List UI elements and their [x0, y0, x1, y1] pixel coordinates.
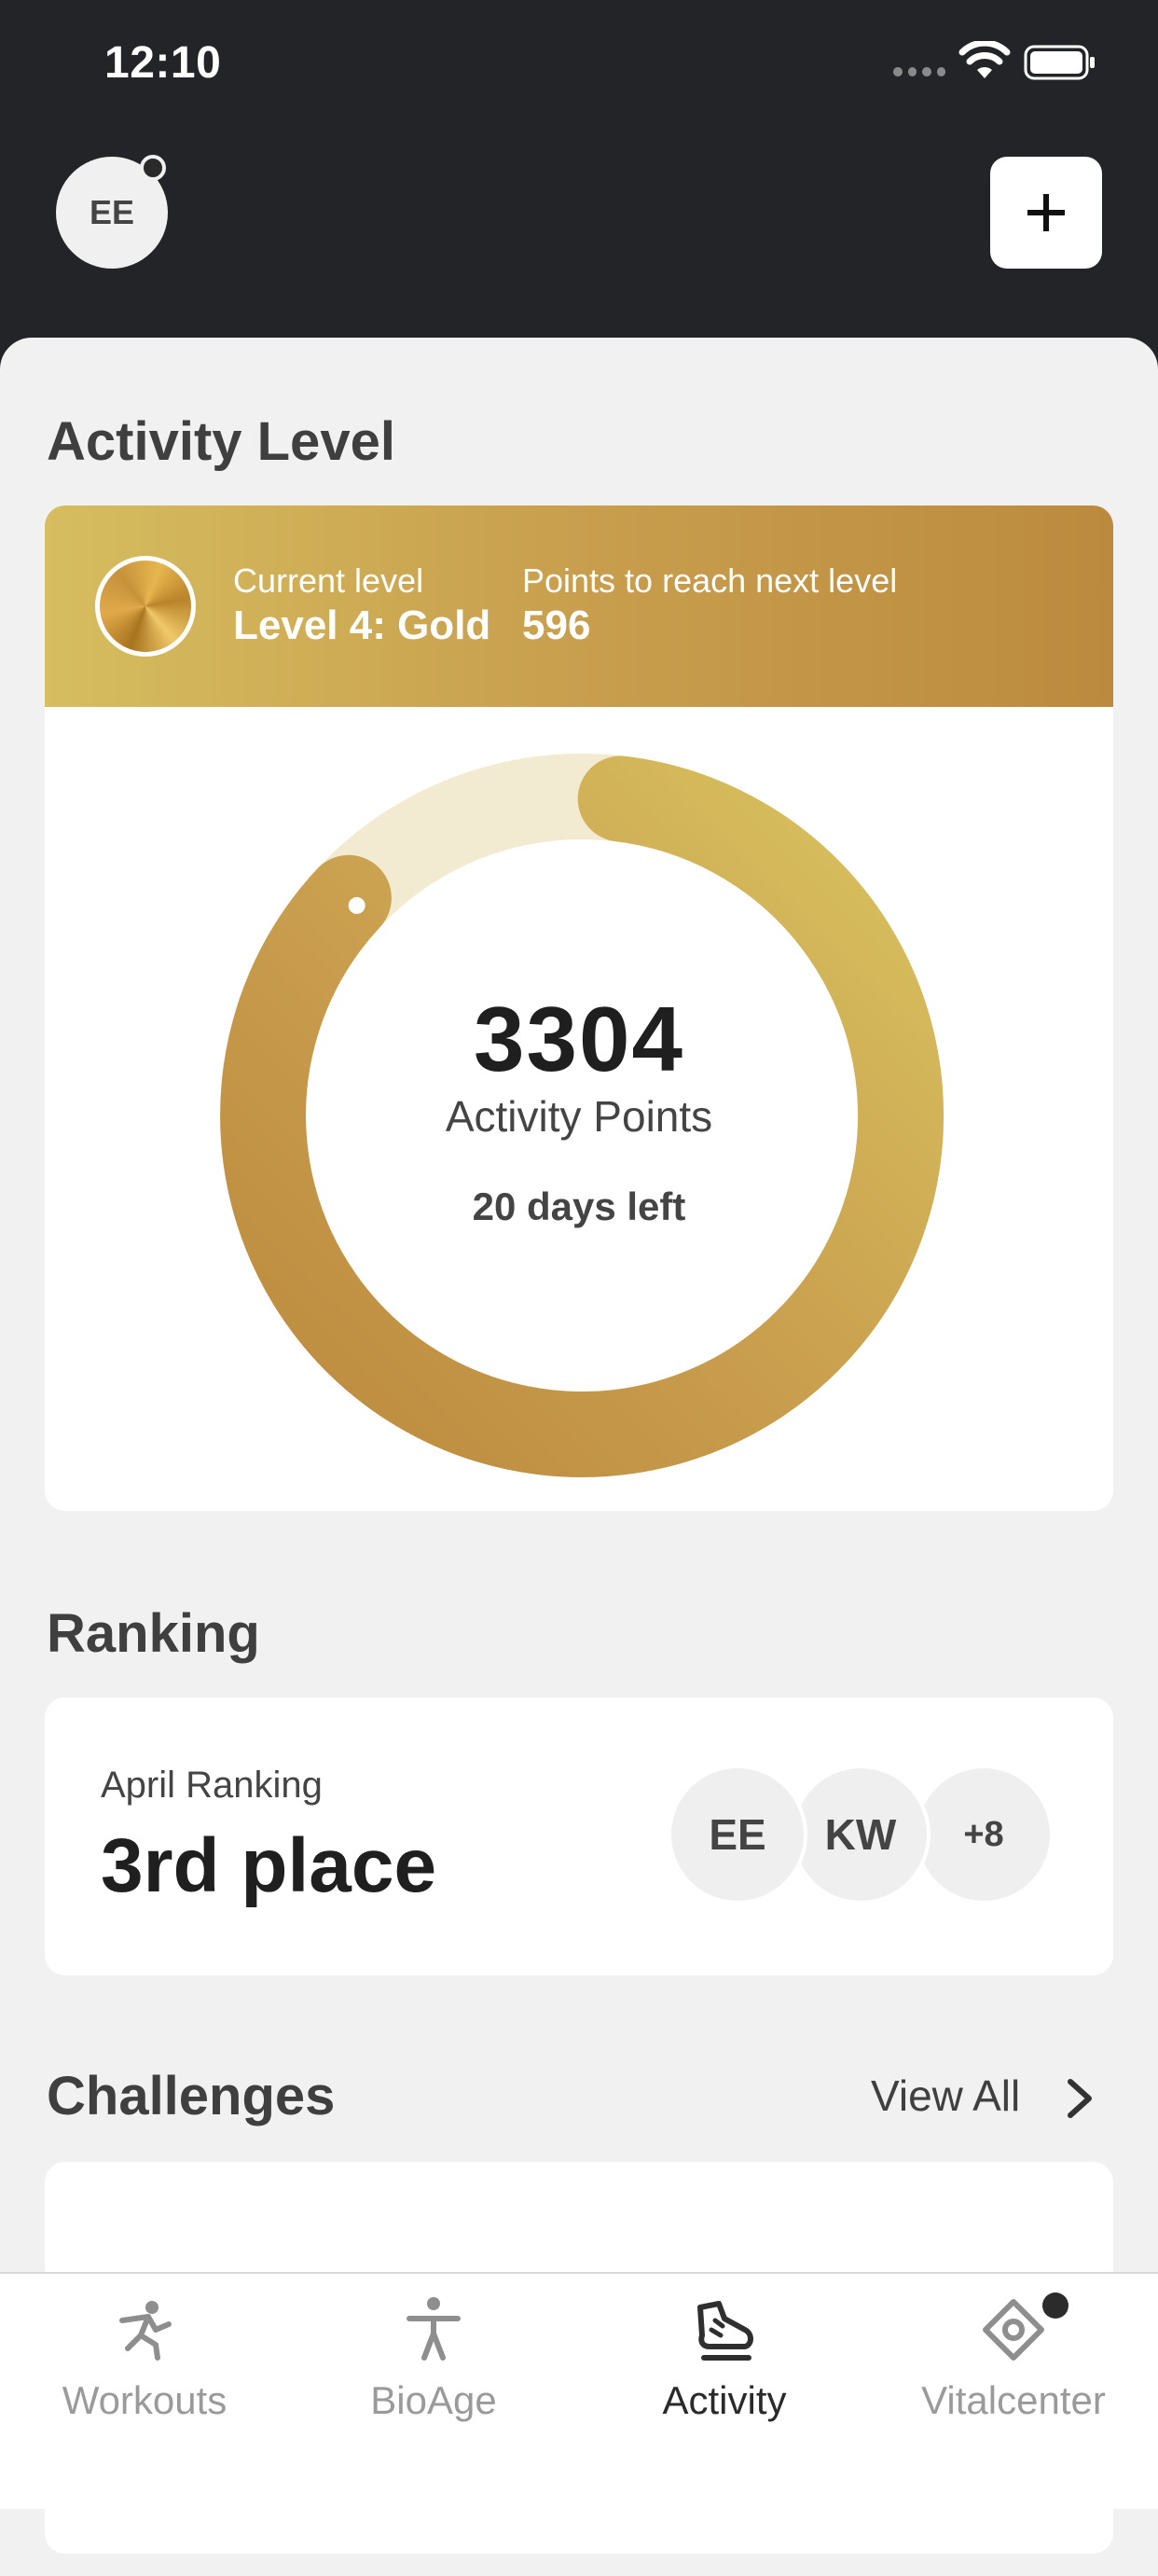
battery-icon: [1024, 45, 1095, 80]
activity-level-title: Activity Level: [47, 411, 395, 472]
more-participants-badge: +8: [914, 1765, 1054, 1904]
signal-icon: [893, 67, 945, 78]
tab-bar: Workouts BioAge Activity Vitalcenter: [0, 2272, 1158, 2509]
ranking-title: Ranking: [47, 1603, 260, 1664]
tab-activity[interactable]: Activity: [580, 2274, 869, 2460]
days-left: 20 days left: [472, 1184, 686, 1228]
participant-avatar: KW: [791, 1765, 931, 1904]
challenges-title: Challenges: [47, 2066, 336, 2126]
tab-activity-label: Activity: [662, 2378, 787, 2422]
tab-vitalcenter-label: Vitalcenter: [921, 2378, 1106, 2422]
next-level-label: Points to reach next level: [522, 561, 898, 600]
view-all-link[interactable]: View All: [871, 2070, 1020, 2121]
vitalcenter-icon: [983, 2299, 1044, 2361]
level-banner: Current level Level 4: Gold Points to re…: [45, 506, 1113, 707]
activity-points-value: 3304: [473, 988, 684, 1090]
workouts-icon: [119, 2301, 172, 2361]
gold-medal-icon: [95, 556, 196, 657]
chevron-right-icon[interactable]: [1061, 2078, 1098, 2119]
tab-vitalcenter[interactable]: Vitalcenter: [869, 2274, 1158, 2460]
tab-bioage-label: BioAge: [370, 2378, 497, 2422]
activity-icon: [697, 2301, 753, 2361]
notification-dot: [140, 155, 166, 181]
plus-icon: [1027, 194, 1065, 231]
tab-bioage[interactable]: BioAge: [289, 2274, 578, 2460]
current-level-value: Level 4: Gold: [233, 602, 491, 648]
tab-workouts[interactable]: Workouts: [0, 2274, 289, 2460]
ranking-month: April Ranking: [101, 1765, 323, 1806]
next-level-value: 596: [522, 602, 591, 648]
bioage-icon: [407, 2297, 461, 2361]
current-level-label: Current level: [233, 561, 424, 600]
tab-workouts-label: Workouts: [62, 2378, 227, 2422]
participant-avatar: EE: [668, 1765, 807, 1904]
ranking-place: 3rd place: [101, 1823, 437, 1908]
vitalcenter-notification-dot: [1042, 2292, 1068, 2319]
status-time: 12:10: [104, 38, 222, 88]
add-button[interactable]: [990, 157, 1102, 269]
wifi-icon: [958, 41, 1011, 78]
progress-end-dot: [348, 896, 365, 914]
activity-level-card[interactable]: Current level Level 4: Gold Points to re…: [45, 506, 1113, 1511]
activity-points-label: Activity Points: [445, 1092, 713, 1141]
ranking-card[interactable]: April Ranking 3rd place EE KW +8: [45, 1697, 1113, 1975]
